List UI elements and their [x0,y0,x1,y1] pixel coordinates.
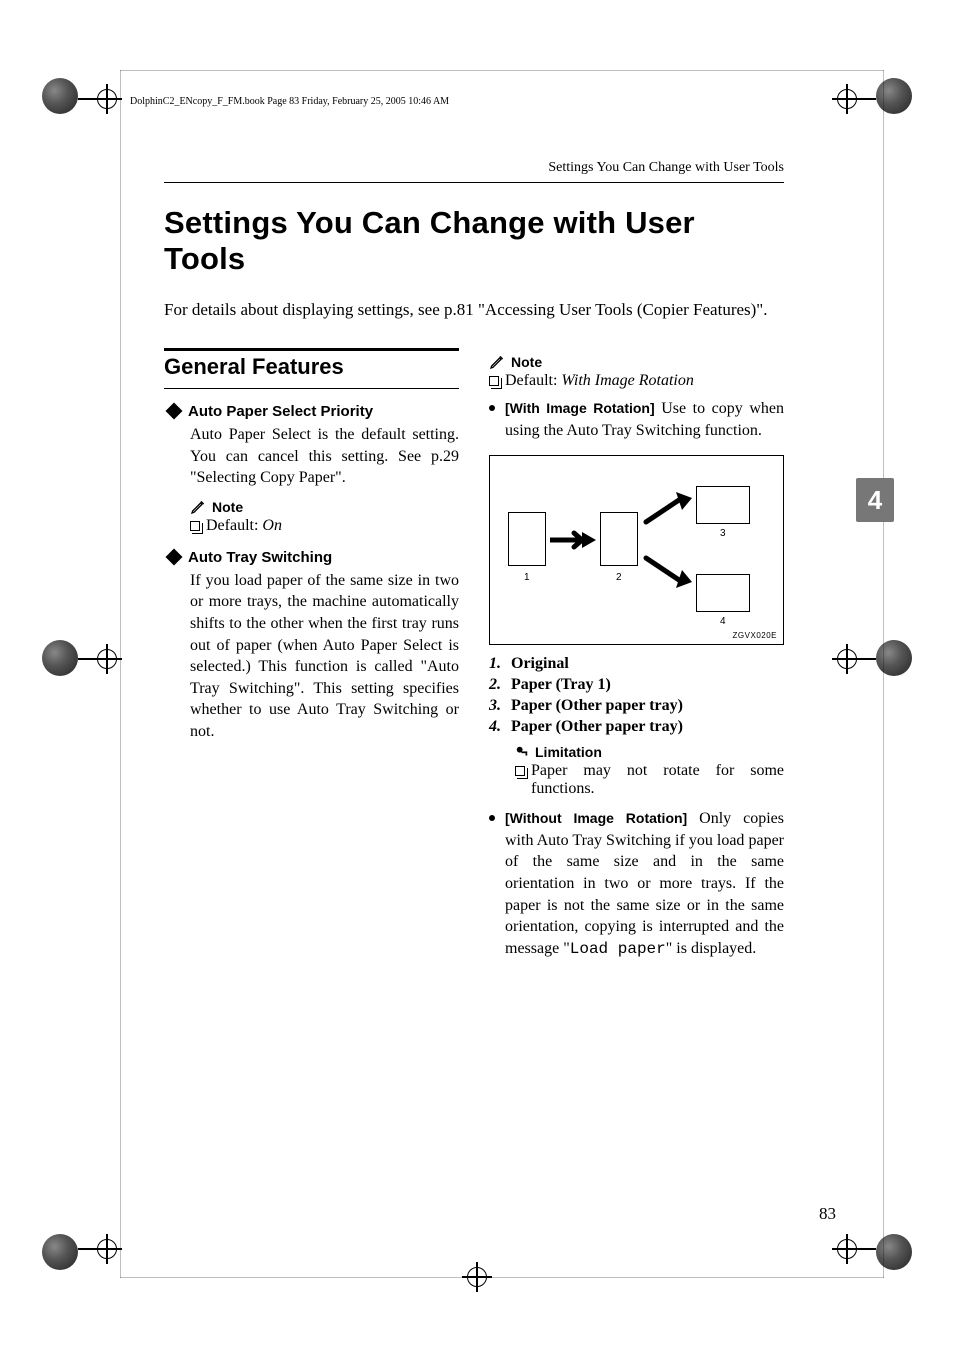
diagram-label: 3 [720,528,726,539]
note-label: Note [511,354,542,370]
limitation-label: Limitation [535,744,602,760]
arrow-up-right-icon [642,492,692,526]
diagram-box-tray1 [600,512,638,566]
note-heading: Note [190,499,459,515]
reg-disc-icon [876,78,912,114]
legend-item: 2.Paper (Tray 1) [489,676,784,694]
key-icon [515,745,529,759]
note-bullet-icon [190,521,200,531]
reg-bar-icon [78,658,92,660]
reg-disc-icon [42,78,78,114]
diagram-label: 2 [616,572,622,583]
feature-heading: Auto Paper Select Priority [168,403,459,420]
content-area: Settings You Can Change with User Tools … [164,160,784,968]
code-text: Load paper [570,940,666,958]
pencil-icon [190,499,206,515]
feature-body: Auto Paper Select is the default setting… [190,424,459,489]
section-underline [164,388,459,389]
diagram-legend: 1.Original 2.Paper (Tray 1) 3.Paper (Oth… [489,655,784,736]
reg-disc-icon [876,1234,912,1270]
legend-item: 4.Paper (Other paper tray) [489,718,784,736]
note-default-value: With Image Rotation [561,372,693,389]
reg-bar-icon [862,658,876,660]
section-rule [164,348,459,351]
reg-disc-icon [876,640,912,676]
reg-bar-icon [862,98,876,100]
reg-cross-icon [92,1234,122,1264]
option-label: [With Image Rotation] [505,400,655,416]
reg-cross-icon [832,1234,862,1264]
note-default-prefix: Default: [505,372,561,389]
limitation-text: Paper may not rotate for some functions. [531,762,784,798]
diagram-code: ZGVX020E [733,631,777,640]
note-heading: Note [489,354,784,370]
option-bullet: [Without Image Rotation] Only copies wit… [489,808,784,960]
note-body: Default: On [190,517,459,535]
feature-title: Auto Tray Switching [188,549,332,566]
note-body: Default: With Image Rotation [489,372,784,390]
arrow-down-right-icon [642,554,692,588]
left-column: General Features Auto Paper Select Prior… [164,348,459,968]
reg-cross-icon [92,644,122,674]
feature-body: If you load paper of the same size in tw… [190,570,459,743]
page: DolphinC2_ENcopy_F_FM.book Page 83 Frida… [0,0,954,1348]
tray-switch-diagram: 1 2 3 4 ZGVX020E [489,455,784,645]
reg-cross-icon [832,644,862,674]
limitation-body: Paper may not rotate for some functions. [515,762,784,798]
page-number: 83 [819,1204,836,1224]
pencil-icon [489,354,505,370]
thumb-tab: 4 [856,478,894,522]
reg-bar-icon [78,98,92,100]
diagram-label: 4 [720,616,726,627]
rule [164,182,784,183]
option-text: " is displayed. [666,940,757,957]
diamond-icon [166,549,183,566]
reg-bar-icon [862,1248,876,1250]
feature-title: Auto Paper Select Priority [188,403,373,420]
diagram-box-tray-other-bottom [696,574,750,612]
reg-disc-icon [42,1234,78,1270]
intro-paragraph: For details about displaying settings, s… [164,299,784,322]
frame-line [120,1277,884,1278]
note-default-value: On [262,517,282,534]
reg-cross-icon [832,84,862,114]
note-bullet-icon [515,766,525,776]
reg-bar-icon [78,1248,92,1250]
legend-item: 3.Paper (Other paper tray) [489,697,784,715]
bullet-icon [489,405,495,411]
reg-cross-icon [92,84,122,114]
frame-line [883,70,884,1278]
right-column: Note Default: With Image Rotation [With … [489,348,784,968]
option-label: [Without Image Rotation] [505,810,687,826]
running-head: Settings You Can Change with User Tools [164,160,784,176]
option-text: Only copies with Auto Tray Switching if … [505,810,784,957]
diagram-label: 1 [524,572,530,583]
diagram-box-tray-other-top [696,486,750,524]
legend-item: 1.Original [489,655,784,673]
note-label: Note [212,499,243,515]
frame-line [120,70,884,71]
limitation-heading: Limitation [515,744,784,760]
diamond-icon [166,403,183,420]
note-default-prefix: Default: [206,517,262,534]
note-bullet-icon [489,376,499,386]
option-bullet: [With Image Rotation] Use to copy when u… [489,398,784,441]
diagram-box-original [508,512,546,566]
feature-heading: Auto Tray Switching [168,549,459,566]
section-heading: General Features [164,354,459,380]
arrow-right-icon [550,530,596,550]
reg-disc-icon [42,640,78,676]
bullet-icon [489,815,495,821]
page-title: Settings You Can Change with User Tools [164,205,784,277]
frame-line [120,70,121,1278]
book-stamp: DolphinC2_ENcopy_F_FM.book Page 83 Frida… [130,96,449,107]
